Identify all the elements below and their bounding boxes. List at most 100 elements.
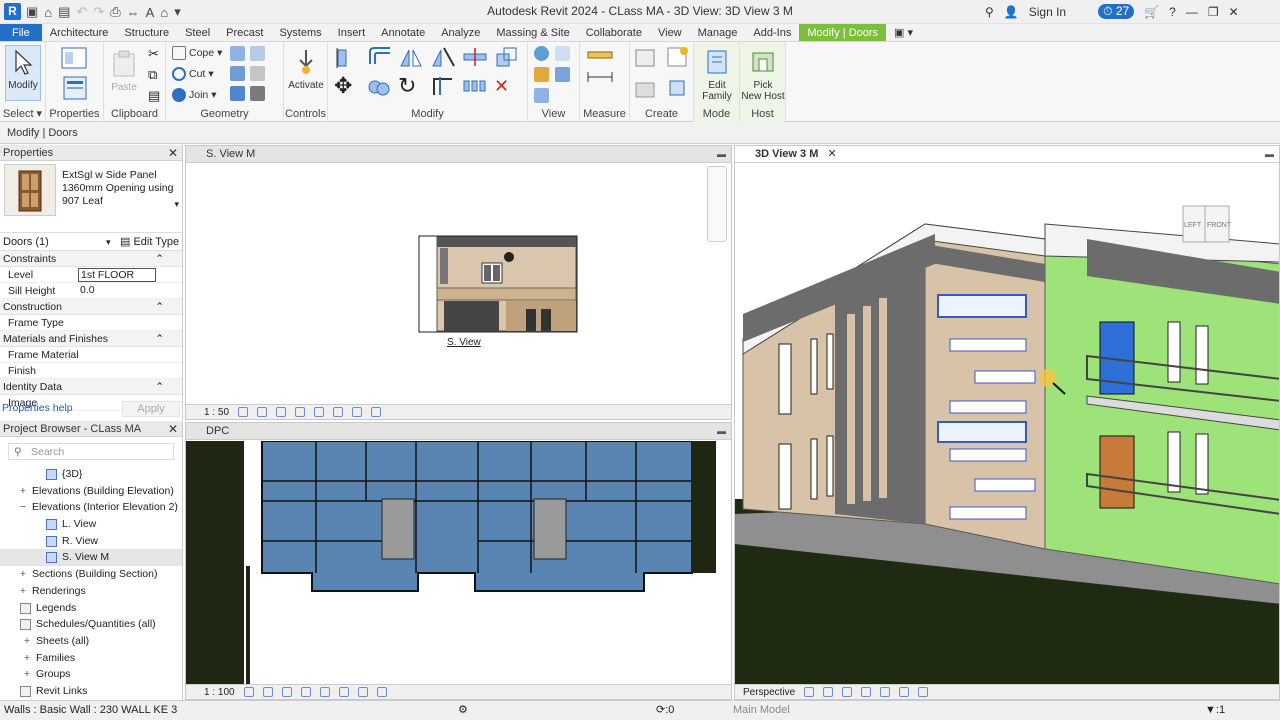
collapse-icon[interactable]: ⌃: [155, 299, 164, 315]
sign-in-link[interactable]: Sign In: [1029, 5, 1066, 19]
split-face-icon[interactable]: [250, 46, 265, 61]
offset-icon[interactable]: [366, 46, 394, 71]
dpc-visual-style-icon[interactable]: [262, 687, 273, 697]
edit-type-button[interactable]: ▤ Edit Type: [120, 233, 179, 251]
viewport-3d[interactable]: 3D View 3 M ✕ ▬ LEFT FRONT Perspective: [734, 145, 1280, 700]
properties-help-link[interactable]: Properties help: [2, 402, 73, 414]
prop-group-construction[interactable]: Construction ⌃: [0, 299, 182, 315]
create-similar-icon[interactable]: [666, 77, 692, 102]
s-view-menu-icon[interactable]: ▬: [717, 146, 726, 163]
scissors-icon[interactable]: ✂: [148, 46, 163, 62]
browser-item[interactable]: + Renderings: [0, 583, 182, 600]
tab-file[interactable]: File: [0, 24, 42, 41]
close-icon[interactable]: ✕: [1229, 5, 1239, 19]
tab-precast[interactable]: Precast: [218, 24, 271, 41]
browser-item[interactable]: Revit Links: [0, 683, 182, 700]
modify-button[interactable]: Modify: [5, 45, 41, 101]
prop-value[interactable]: [78, 364, 156, 378]
tab-architecture[interactable]: Architecture: [42, 24, 117, 41]
shadows-icon[interactable]: [295, 407, 306, 417]
copy-element-icon[interactable]: [366, 75, 394, 100]
collapse-icon[interactable]: −: [18, 499, 28, 516]
design-options-indicator[interactable]: ⟳:0: [656, 701, 674, 720]
dpc-show-crop-icon[interactable]: [338, 687, 349, 697]
browser-item[interactable]: Legends: [0, 600, 182, 617]
copy-icon[interactable]: ⧉: [148, 67, 163, 83]
pick-new-host-button[interactable]: Pick New Host: [740, 46, 786, 102]
perspective-label[interactable]: Perspective: [743, 685, 795, 700]
prop-group-identity-data[interactable]: Identity Data ⌃: [0, 379, 182, 395]
dpc-temp-hide-icon[interactable]: [357, 687, 368, 697]
mirror-axis-icon[interactable]: [398, 46, 426, 71]
3d-shadows-icon[interactable]: [842, 687, 853, 697]
prop-value[interactable]: 0.0: [78, 284, 156, 298]
3d-view-canvas[interactable]: [735, 164, 1280, 684]
paste-button[interactable]: Paste: [108, 48, 140, 93]
move-icon[interactable]: ✥: [334, 75, 362, 100]
browser-item[interactable]: − Elevations (Interior Elevation 2): [0, 499, 182, 516]
paint-icon[interactable]: [230, 66, 245, 81]
match-type-icon[interactable]: ▤: [148, 88, 163, 104]
dpc-shadows-icon[interactable]: [300, 687, 311, 697]
properties-close-icon[interactable]: ✕: [168, 145, 178, 161]
cut-button[interactable]: Cut ▾: [172, 67, 214, 81]
instance-filter-dropdown-icon[interactable]: ▾: [106, 233, 111, 251]
prop-value[interactable]: 1st FLOOR: [78, 268, 156, 282]
minimize-icon[interactable]: —: [1186, 5, 1198, 19]
dpc-tab[interactable]: DPC ▬: [186, 423, 731, 440]
expand-icon[interactable]: +: [18, 583, 28, 600]
tab-systems[interactable]: Systems: [271, 24, 329, 41]
activate-button[interactable]: Activate: [286, 46, 326, 91]
override-graphics-icon[interactable]: [555, 46, 570, 61]
3d-visual-style-icon[interactable]: [804, 687, 815, 697]
s-view-scale[interactable]: 1 : 50: [204, 405, 229, 420]
visual-style-icon[interactable]: [257, 407, 268, 417]
expand-icon[interactable]: +: [22, 650, 32, 667]
expand-icon[interactable]: +: [18, 566, 28, 583]
browser-item[interactable]: + Families: [0, 650, 182, 667]
measure-icon[interactable]: [586, 48, 614, 65]
join-button[interactable]: Join ▾: [172, 88, 217, 102]
s-view-tab[interactable]: S. View M ▬: [186, 146, 731, 163]
linework-icon[interactable]: [534, 67, 549, 82]
tab-modify-doors[interactable]: Modify | Doors: [799, 24, 887, 41]
restore-icon[interactable]: ❐: [1208, 5, 1219, 19]
3d-temp-hide-icon[interactable]: [918, 687, 929, 697]
cut-profile-icon[interactable]: [534, 88, 549, 103]
browser-item[interactable]: + Sheets (all): [0, 633, 182, 650]
3d-view-tab[interactable]: 3D View 3 M ✕ ▬: [735, 146, 1279, 163]
collapse-icon[interactable]: ⌃: [155, 379, 164, 395]
prop-value[interactable]: [78, 348, 156, 362]
expand-icon[interactable]: +: [22, 633, 32, 650]
dpc-menu-icon[interactable]: ▬: [717, 423, 726, 440]
dpc-sun-path-icon[interactable]: [281, 687, 292, 697]
rotate-icon[interactable]: ↻: [398, 75, 426, 100]
instance-filter[interactable]: Doors (1): [3, 236, 49, 248]
reveal-hidden-icon[interactable]: [371, 407, 382, 417]
3d-view-menu-icon[interactable]: ▬: [1265, 146, 1274, 163]
collapse-icon[interactable]: ⌃: [155, 251, 164, 267]
browser-item[interactable]: S. View M: [0, 549, 182, 567]
hide-in-view-icon[interactable]: [534, 46, 549, 61]
type-selector[interactable]: ExtSgl w Side Panel 1360mm Opening using…: [0, 161, 182, 233]
dimension-icon[interactable]: [586, 70, 614, 87]
crop-view-icon[interactable]: [314, 407, 325, 417]
tab-steel[interactable]: Steel: [177, 24, 218, 41]
prop-value[interactable]: [78, 316, 156, 330]
main-model-selector[interactable]: Main Model: [733, 701, 790, 720]
s-view-canvas[interactable]: [186, 164, 731, 404]
tab-extra-icon[interactable]: ▣ ▾: [886, 24, 921, 41]
3d-view-close-icon[interactable]: ✕: [827, 148, 836, 160]
create-assembly-icon[interactable]: [634, 46, 660, 71]
properties-button[interactable]: [58, 72, 92, 106]
prop-group-materials-and-finishes[interactable]: Materials and Finishes ⌃: [0, 331, 182, 347]
collapse-icon[interactable]: ⌃: [155, 331, 164, 347]
tab-collaborate[interactable]: Collaborate: [578, 24, 650, 41]
dpc-crop-view-icon[interactable]: [319, 687, 330, 697]
3d-sun-path-icon[interactable]: [823, 687, 834, 697]
tab-view[interactable]: View: [650, 24, 690, 41]
browser-item[interactable]: + Elevations (Building Elevation): [0, 483, 182, 500]
view-cube-front[interactable]: FRONT: [1207, 222, 1231, 229]
dpc-detail-level-icon[interactable]: [243, 687, 254, 697]
tab-add-ins[interactable]: Add-Ins: [745, 24, 799, 41]
